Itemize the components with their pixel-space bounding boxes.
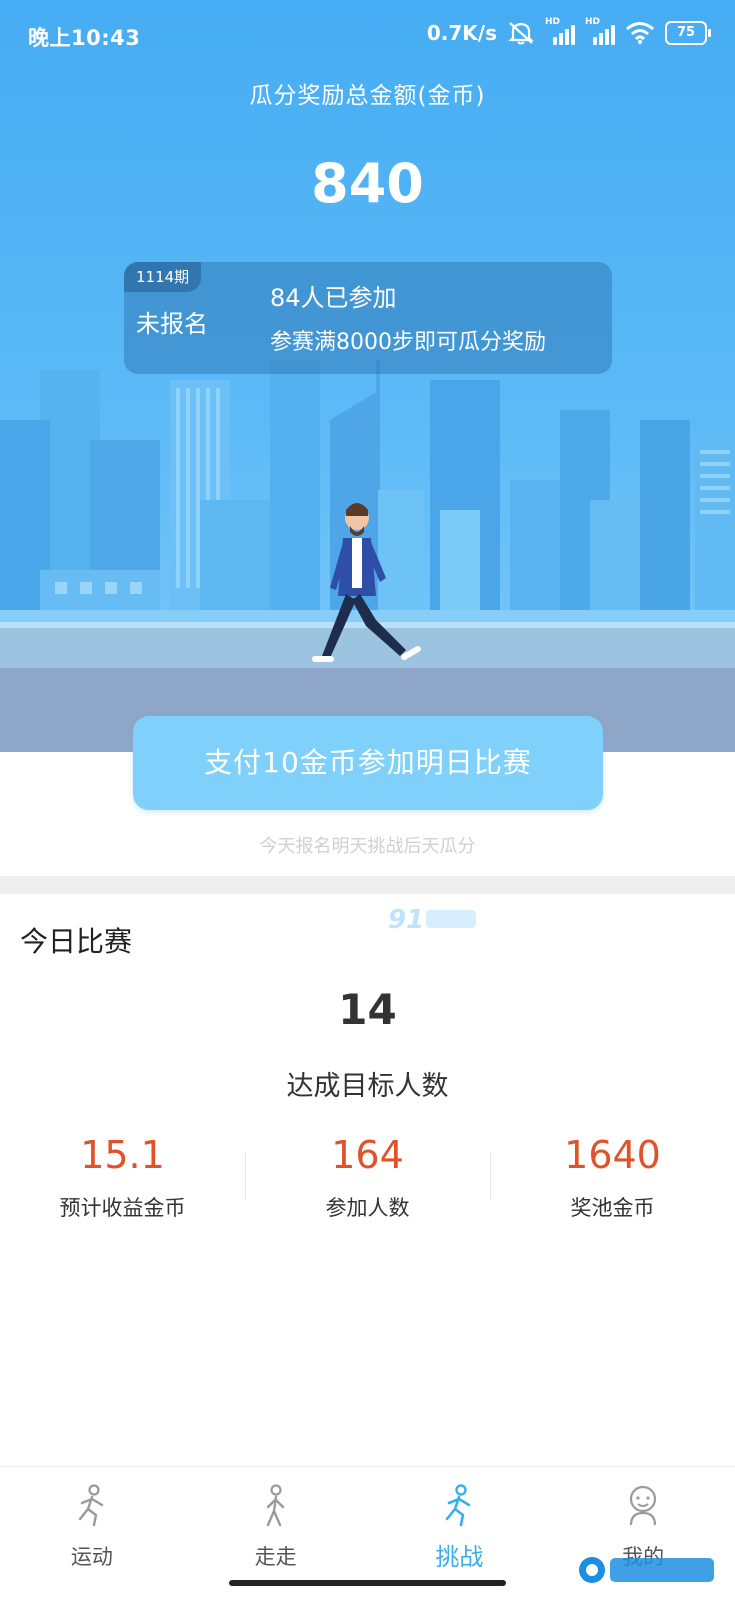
stat-prize-pool: 1640 奖池金币 [490,1130,735,1230]
stat-value: 15.1 [80,1133,165,1177]
status-bar: 晚上10:43 0.7K/s HD HD 75 [0,0,735,66]
signal-hd-label: HD [545,17,561,27]
schedule-hint: 今天报名明天挑战后天瓜分 [259,836,476,857]
achieved-count: 14 [338,985,397,1034]
signal-hd-label: HD [585,17,601,27]
stat-value: 164 [331,1133,404,1177]
profile-icon [630,1485,657,1526]
prize-rule: 参赛满8000步即可瓜分奖励 [270,330,546,355]
corner-watermark-logo [579,1557,714,1583]
walk-icon [266,1484,284,1527]
stat-expected-coins: 15.1 预计收益金币 [0,1130,245,1230]
city-illustration [0,360,735,752]
battery-icon: 75 [665,21,711,45]
section-divider [0,876,735,894]
stat-label: 预计收益金币 [59,1196,186,1220]
network-speed: 0.7K/s [426,21,497,45]
hero-banner: 晚上10:43 0.7K/s HD HD 75 瓜分奖励总金额(金币) 840 … [0,0,735,752]
stat-label: 参加人数 [325,1196,410,1220]
wifi-icon [626,22,654,44]
mute-icon [508,22,534,45]
period-tag: 1114期 [124,262,202,292]
pool-title: 瓜分奖励总金额(金币) [249,83,486,109]
svg-text:91: 91 [388,905,424,935]
challenge-icon [446,1484,471,1527]
pool-amount: 840 [311,152,424,215]
status-indicators: 0.7K/s HD HD 75 [426,17,711,46]
home-indicator [229,1580,506,1586]
achieved-label: 达成目标人数 [286,1071,449,1102]
signal-icon: HD [545,17,575,45]
stat-participants: 164 参加人数 [245,1130,490,1230]
today-section-title: 今日比赛 [20,925,133,958]
stat-label: 奖池金币 [570,1196,655,1220]
tab-label: 运动 [70,1545,113,1569]
participants-count: 84人已参加 [270,284,397,312]
period-info-card: 1114期 未报名 84人已参加 参赛满8000步即可瓜分奖励 [124,262,612,374]
tab-sport[interactable]: 运动 [0,1467,184,1601]
stats-row: 15.1 预计收益金币 164 参加人数 1640 奖池金币 [0,1130,735,1230]
tab-label: 挑战 [435,1543,484,1571]
stat-value: 1640 [564,1133,661,1177]
run-icon [78,1484,104,1527]
registration-status: 未报名 [136,310,208,338]
status-time: 晚上10:43 [28,26,141,50]
watermark-logo: 91 [388,905,476,935]
tab-label: 走走 [254,1545,297,1569]
pay-join-button[interactable]: 支付10金币参加明日比赛 [133,716,603,810]
signal-icon: HD [585,17,615,45]
